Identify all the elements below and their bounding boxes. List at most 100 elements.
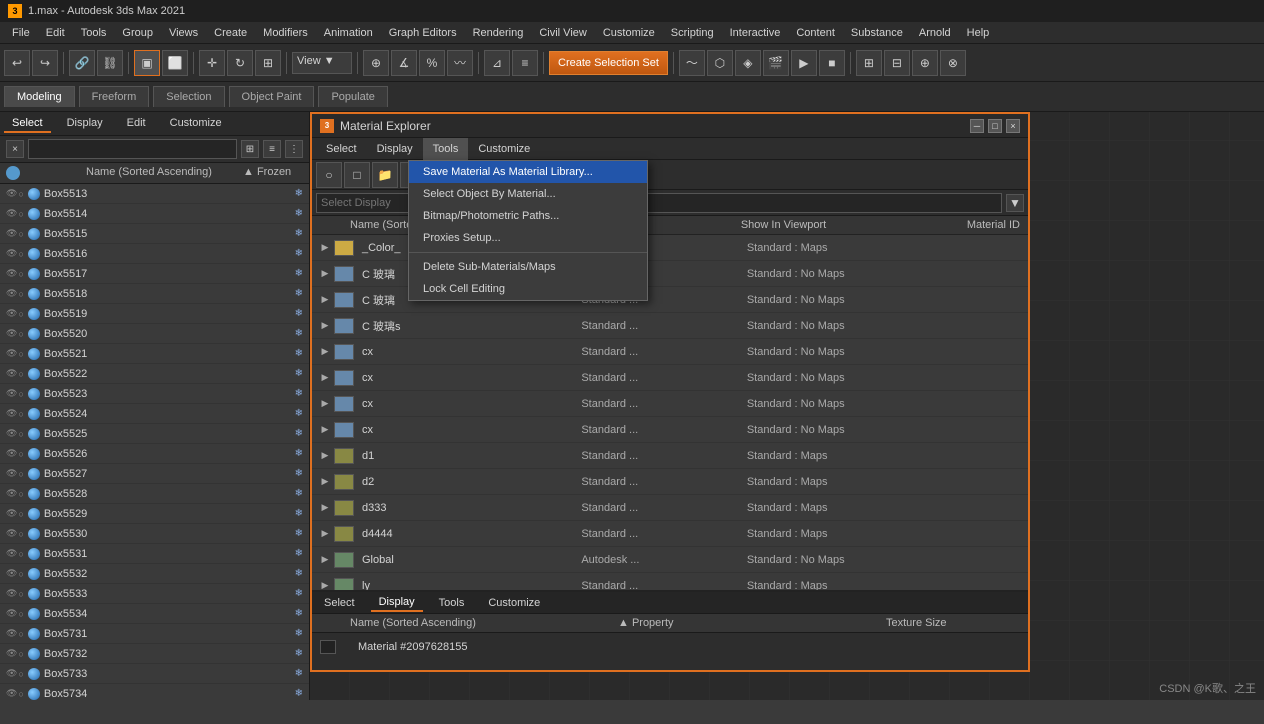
mat-tb-sphere[interactable]: ○ [316,162,342,188]
mat-list-row[interactable]: ▶ d4444 Standard ... Standard : Maps [312,521,1028,547]
more-btn1[interactable]: ⊞ [856,50,882,76]
more-btn3[interactable]: ⊕ [912,50,938,76]
menu-rendering[interactable]: Rendering [465,25,532,41]
lp-options-btn[interactable]: ⋮ [285,140,303,158]
rotate-btn[interactable]: ↻ [227,50,253,76]
mb-tab-tools[interactable]: Tools [431,595,473,611]
tab-populate[interactable]: Populate [318,86,387,107]
menu-animation[interactable]: Animation [316,25,381,41]
create-selection-btn[interactable]: Create Selection Set [549,51,668,75]
undo-btn[interactable]: ↩ [4,50,30,76]
mat-expand-arrow[interactable]: ▶ [320,529,330,539]
lp-list-row[interactable]: 👁 ○ Box5518 ❄ [0,284,309,304]
lp-list-row[interactable]: 👁 ○ Box5519 ❄ [0,304,309,324]
menu-modifiers[interactable]: Modifiers [255,25,316,41]
menu-substance[interactable]: Substance [843,25,911,41]
lp-list-row[interactable]: 👁 ○ Box5732 ❄ [0,644,309,664]
mb-tab-customize[interactable]: Customize [480,595,548,611]
mat-list-row[interactable]: ▶ C 玻璃s Standard ... Standard : No Maps [312,313,1028,339]
menu-customize[interactable]: Customize [595,25,663,41]
mat-expand-arrow[interactable]: ▶ [320,295,330,305]
mat-menu-select[interactable]: Select [316,138,367,160]
menu-file[interactable]: File [4,25,38,41]
render-setup-btn[interactable]: 🎬 [763,50,789,76]
lp-list-row[interactable]: 👁 ○ Box5522 ❄ [0,364,309,384]
tab-freeform[interactable]: Freeform [79,86,150,107]
lp-filter-btn[interactable]: ⊞ [241,140,259,158]
mat-list-row[interactable]: ▶ d2 Standard ... Standard : Maps [312,469,1028,495]
menu-views[interactable]: Views [161,25,206,41]
unlink-btn[interactable]: ⛓ [97,50,123,76]
lp-list-row[interactable]: 👁 ○ Box5513 ❄ [0,184,309,204]
lp-list-row[interactable]: 👁 ○ Box5534 ❄ [0,604,309,624]
lp-sort-btn[interactable]: ≡ [263,140,281,158]
lp-list-row[interactable]: 👁 ○ Box5521 ❄ [0,344,309,364]
menu-create[interactable]: Create [206,25,255,41]
tab-selection[interactable]: Selection [153,86,224,107]
render-prod-btn[interactable]: ■ [819,50,845,76]
lp-list-row[interactable]: 👁 ○ Box5731 ❄ [0,624,309,644]
move-btn[interactable]: ✛ [199,50,225,76]
lp-list-row[interactable]: 👁 ○ Box5734 ❄ [0,684,309,700]
dd-bitmap-paths[interactable]: Bitmap/Photometric Paths... [409,205,647,227]
menu-group[interactable]: Group [114,25,161,41]
redo-btn[interactable]: ↪ [32,50,58,76]
mat-menu-tools[interactable]: Tools [423,138,469,160]
lp-list-row[interactable]: 👁 ○ Box5515 ❄ [0,224,309,244]
mat-list-row[interactable]: ▶ ly Standard ... Standard : Maps [312,573,1028,590]
menu-help[interactable]: Help [959,25,998,41]
close-btn[interactable]: × [1006,119,1020,133]
dd-save-material-library[interactable]: Save Material As Material Library... [409,161,647,183]
menu-tools[interactable]: Tools [73,25,115,41]
scale-btn[interactable]: ⊞ [255,50,281,76]
mat-editor-btn[interactable]: ◈ [735,50,761,76]
mat-expand-arrow[interactable]: ▶ [320,451,330,461]
minimize-btn[interactable]: ─ [970,119,984,133]
menu-graph-editors[interactable]: Graph Editors [381,25,465,41]
lp-list-row[interactable]: 👁 ○ Box5516 ❄ [0,244,309,264]
mat-tb-folder[interactable]: 📁 [372,162,398,188]
lp-list-row[interactable]: 👁 ○ Box5533 ❄ [0,584,309,604]
spinner-snap-btn[interactable]: 〰 [447,50,473,76]
schematic-btn[interactable]: ⬡ [707,50,733,76]
maximize-btn[interactable]: □ [988,119,1002,133]
more-btn4[interactable]: ⊗ [940,50,966,76]
mirror-btn[interactable]: ⊿ [484,50,510,76]
mat-list-row[interactable]: ▶ Global Autodesk ... Standard : No Maps [312,547,1028,573]
lp-tab-display[interactable]: Display [59,115,111,133]
mat-expand-arrow[interactable]: ▶ [320,269,330,279]
lp-list-row[interactable]: 👁 ○ Box5525 ❄ [0,424,309,444]
select-btn[interactable]: ▣ [134,50,160,76]
view-dropdown[interactable]: View ▼ [292,52,352,74]
mat-list-row[interactable]: ▶ d1 Standard ... Standard : Maps [312,443,1028,469]
snap-btn[interactable]: ⊕ [363,50,389,76]
menu-interactive[interactable]: Interactive [722,25,789,41]
lp-list-row[interactable]: 👁 ○ Box5527 ❄ [0,464,309,484]
mat-expand-arrow[interactable]: ▶ [320,243,330,253]
lp-list-row[interactable]: 👁 ○ Box5532 ❄ [0,564,309,584]
lp-list-row[interactable]: 👁 ○ Box5517 ❄ [0,264,309,284]
mat-expand-arrow[interactable]: ▶ [320,425,330,435]
mat-expand-arrow[interactable]: ▶ [320,581,330,591]
menu-edit[interactable]: Edit [38,25,73,41]
mat-list-row[interactable]: ▶ cx Standard ... Standard : No Maps [312,417,1028,443]
lp-tab-select[interactable]: Select [4,115,51,133]
mat-list-row[interactable]: ▶ d333 Standard ... Standard : Maps [312,495,1028,521]
mb-tab-select[interactable]: Select [316,595,363,611]
more-btn2[interactable]: ⊟ [884,50,910,76]
percent-snap-btn[interactable]: % [419,50,445,76]
menu-content[interactable]: Content [788,25,843,41]
lp-search-icon[interactable]: × [6,140,24,158]
mat-search-btn[interactable]: ▼ [1006,194,1024,212]
mat-expand-arrow[interactable]: ▶ [320,321,330,331]
mat-menu-display[interactable]: Display [367,138,423,160]
dd-proxies-setup[interactable]: Proxies Setup... [409,227,647,249]
lp-list-row[interactable]: 👁 ○ Box5733 ❄ [0,664,309,684]
select-region-btn[interactable]: ⬜ [162,50,188,76]
lp-list-row[interactable]: 👁 ○ Box5514 ❄ [0,204,309,224]
tab-modeling[interactable]: Modeling [4,86,75,107]
mat-expand-arrow[interactable]: ▶ [320,373,330,383]
menu-civil-view[interactable]: Civil View [531,25,594,41]
mat-menu-customize[interactable]: Customize [468,138,540,160]
dd-delete-submaterials[interactable]: Delete Sub-Materials/Maps [409,256,647,278]
